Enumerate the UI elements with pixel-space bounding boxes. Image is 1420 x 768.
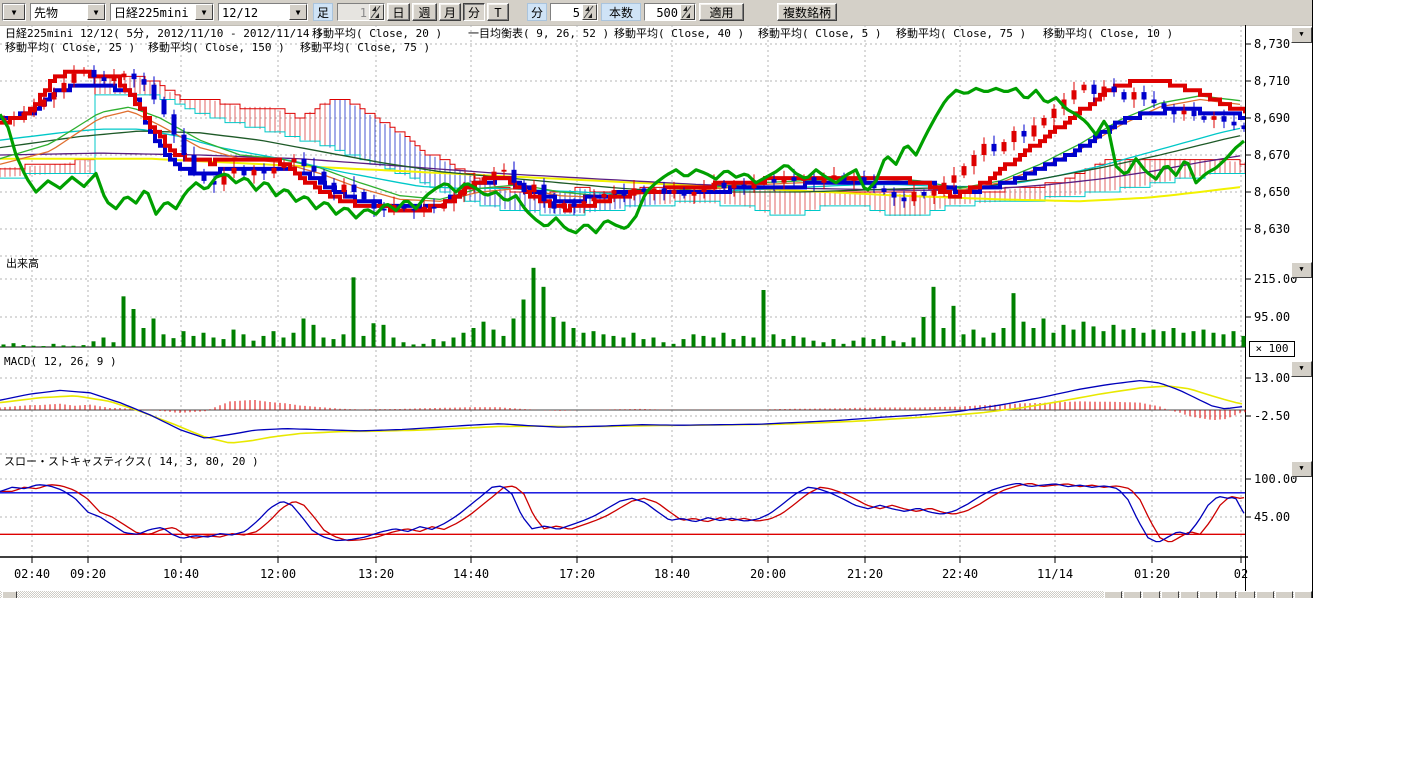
symbol-combobox[interactable]: 日経225mini ▼ <box>110 3 214 21</box>
spinner-updown-icon[interactable] <box>680 4 695 20</box>
mini-tool-button[interactable] <box>1218 591 1236 598</box>
svg-text:13.00: 13.00 <box>1254 371 1290 385</box>
mini-tool-button[interactable] <box>1104 591 1122 598</box>
svg-text:8,710: 8,710 <box>1254 74 1290 88</box>
svg-text:13:20: 13:20 <box>358 567 394 581</box>
svg-text:02:40: 02:40 <box>14 567 50 581</box>
macd-pane-dropdown-button[interactable]: ▼ <box>1291 361 1312 377</box>
symbol-value: 日経225mini <box>111 4 195 20</box>
price-pane-series <box>0 65 1247 232</box>
svg-text:01:20: 01:20 <box>1134 567 1170 581</box>
instrument-type-combobox[interactable]: 先物 ▼ <box>30 3 106 21</box>
chart-canvas[interactable]: 8,7308,7108,6908,6708,6508,630215.0095.0… <box>0 25 1313 598</box>
chevron-down-icon[interactable]: ▼ <box>289 4 307 20</box>
svg-text:-2.50: -2.50 <box>1254 409 1290 423</box>
svg-text:14:40: 14:40 <box>453 567 489 581</box>
bar-multiplier-spinner[interactable]: 1 <box>337 3 385 21</box>
svg-text:20:00: 20:00 <box>750 567 786 581</box>
legend-item: 移動平均( Close, 150 ) <box>148 42 285 54</box>
legend-item: 移動平均( Close, 75 ) <box>896 28 1026 40</box>
legend-item: 移動平均( Close, 5 ) <box>758 28 881 40</box>
bar-multiplier-value: 1 <box>338 4 369 20</box>
bar-count-label: 本数 <box>601 3 641 21</box>
macd-pane-label: MACD( 12, 26, 9 ) <box>4 356 117 368</box>
empty-combobox[interactable]: ▼ <box>2 3 26 21</box>
svg-text:02: 02 <box>1234 567 1248 581</box>
mini-tool-button[interactable] <box>1199 591 1217 598</box>
svg-text:8,670: 8,670 <box>1254 148 1290 162</box>
horizontal-scrollbar-track[interactable] <box>0 591 1313 598</box>
legend-item: 日経225mini 12/12( 5分, 2012/11/10 - 2012/1… <box>5 28 323 40</box>
legend-item: 移動平均( Close, 75 ) <box>300 42 430 54</box>
chart-tool-buttons <box>1104 591 1313 598</box>
contract-month-value: 12/12 <box>219 4 289 20</box>
apply-button[interactable]: 適用 <box>699 3 744 21</box>
svg-text:45.00: 45.00 <box>1254 510 1290 524</box>
svg-text:8,630: 8,630 <box>1254 222 1290 236</box>
svg-text:17:20: 17:20 <box>559 567 595 581</box>
chart-application-window: ▼ 先物 ▼ 日経225mini ▼ 12/12 ▼ 足 1 日 週 月 分 T… <box>0 0 1313 598</box>
svg-text:8,690: 8,690 <box>1254 111 1290 125</box>
svg-text:8,730: 8,730 <box>1254 37 1290 51</box>
macd-series <box>0 381 1245 443</box>
svg-text:10:40: 10:40 <box>163 567 199 581</box>
bar-type-label: 足 <box>313 3 333 21</box>
volume-multiplier-badge: × 100 <box>1249 341 1295 357</box>
mini-tool-button[interactable] <box>1142 591 1160 598</box>
period-tick-button[interactable]: T <box>487 3 509 21</box>
minute-spinner[interactable]: 5 <box>550 3 598 21</box>
mini-tool-button[interactable] <box>1180 591 1198 598</box>
stoch-pane-label: スロー・ストキャスティクス( 14, 3, 80, 20 ) <box>4 456 259 468</box>
legend-item: 移動平均( Close, 25 ) <box>5 42 135 54</box>
mini-tool-button[interactable] <box>1237 591 1255 598</box>
mini-tool-button[interactable] <box>1161 591 1179 598</box>
svg-text:21:20: 21:20 <box>847 567 883 581</box>
period-minute-button[interactable]: 分 <box>463 3 485 21</box>
bar-count-spinner[interactable]: 500 <box>644 3 696 21</box>
chevron-down-icon[interactable]: ▼ <box>3 4 25 20</box>
minute-label: 分 <box>527 3 547 21</box>
svg-text:18:40: 18:40 <box>654 567 690 581</box>
legend-item: 移動平均( Close, 10 ) <box>1043 28 1173 40</box>
period-month-button[interactable]: 月 <box>439 3 461 21</box>
minute-value: 5 <box>551 4 582 20</box>
svg-text:95.00: 95.00 <box>1254 310 1290 324</box>
spinner-updown-icon[interactable] <box>369 4 384 20</box>
volume-pane-dropdown-button[interactable]: ▼ <box>1291 262 1312 278</box>
price-pane-dropdown-button[interactable]: ▼ <box>1291 27 1312 43</box>
mini-tool-button[interactable] <box>1123 591 1141 598</box>
chart-region: 8,7308,7108,6908,6708,6508,630215.0095.0… <box>0 25 1313 598</box>
volume-pane-label: 出来高 <box>6 258 39 270</box>
time-axis-labels: 02:40 09:20 10:40 12:00 13:20 14:40 17:20 18:40… <box>14 557 1248 581</box>
svg-text:12:00: 12:00 <box>260 567 296 581</box>
svg-text:22:40: 22:40 <box>942 567 978 581</box>
volume-bars <box>2 268 1246 347</box>
instrument-type-value: 先物 <box>31 4 87 20</box>
gridlines <box>0 25 1245 557</box>
svg-text:09:20: 09:20 <box>70 567 106 581</box>
mini-tool-button[interactable] <box>1294 591 1312 598</box>
spinner-updown-icon[interactable] <box>582 4 597 20</box>
chevron-down-icon[interactable]: ▼ <box>87 4 105 20</box>
legend-item: 移動平均( Close, 40 ) <box>614 28 744 40</box>
value-axis-labels: 8,7308,7108,6908,6708,6508,630215.0095.0… <box>1245 37 1297 524</box>
legend-item: 一目均衡表( 9, 26, 52 ) <box>468 28 609 40</box>
period-day-button[interactable]: 日 <box>387 3 410 21</box>
svg-text:11/14: 11/14 <box>1037 567 1073 581</box>
horizontal-scrollbar-thumb[interactable] <box>2 591 17 598</box>
svg-text:8,650: 8,650 <box>1254 185 1290 199</box>
period-week-button[interactable]: 週 <box>412 3 437 21</box>
chevron-down-icon[interactable]: ▼ <box>195 4 213 20</box>
legend-item: 移動平均( Close, 20 ) <box>312 28 442 40</box>
multi-symbol-button[interactable]: 複数銘柄 <box>777 3 837 21</box>
bar-count-value: 500 <box>645 4 680 20</box>
mini-tool-button[interactable] <box>1256 591 1274 598</box>
stoch-pane-dropdown-button[interactable]: ▼ <box>1291 461 1312 477</box>
main-toolbar: ▼ 先物 ▼ 日経225mini ▼ 12/12 ▼ 足 1 日 週 月 分 T… <box>0 0 1313 26</box>
contract-month-combobox[interactable]: 12/12 ▼ <box>218 3 308 21</box>
mini-tool-button[interactable] <box>1275 591 1293 598</box>
